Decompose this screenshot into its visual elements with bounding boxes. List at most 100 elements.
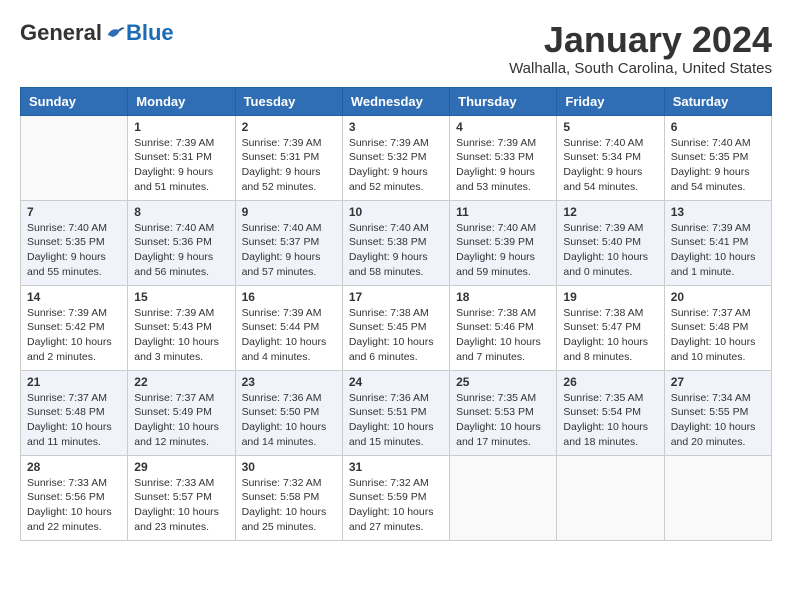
table-row: 17 Sunrise: 7:38 AM Sunset: 5:45 PM Dayl…: [342, 285, 449, 370]
daylight-text: Daylight: 10 hours and 4 minutes.: [242, 336, 327, 363]
day-info: Sunrise: 7:39 AM Sunset: 5:43 PM Dayligh…: [134, 306, 228, 365]
sunset-text: Sunset: 5:41 PM: [671, 236, 749, 248]
day-number: 18: [456, 290, 550, 304]
daylight-text: Daylight: 9 hours and 57 minutes.: [242, 251, 321, 278]
sunrise-text: Sunrise: 7:37 AM: [134, 392, 214, 404]
calendar-week-row: 1 Sunrise: 7:39 AM Sunset: 5:31 PM Dayli…: [21, 115, 772, 200]
page-header: General Blue January 2024 Walhalla, Sout…: [20, 20, 772, 77]
table-row: 12 Sunrise: 7:39 AM Sunset: 5:40 PM Dayl…: [557, 200, 664, 285]
day-info: Sunrise: 7:38 AM Sunset: 5:45 PM Dayligh…: [349, 306, 443, 365]
daylight-text: Daylight: 10 hours and 11 minutes.: [27, 421, 112, 448]
table-row: 10 Sunrise: 7:40 AM Sunset: 5:38 PM Dayl…: [342, 200, 449, 285]
table-row: 3 Sunrise: 7:39 AM Sunset: 5:32 PM Dayli…: [342, 115, 449, 200]
sunset-text: Sunset: 5:59 PM: [349, 491, 427, 503]
daylight-text: Daylight: 9 hours and 52 minutes.: [349, 166, 428, 193]
sunrise-text: Sunrise: 7:39 AM: [563, 222, 643, 234]
sunset-text: Sunset: 5:40 PM: [563, 236, 641, 248]
calendar-table: Sunday Monday Tuesday Wednesday Thursday…: [20, 87, 772, 541]
table-row: 1 Sunrise: 7:39 AM Sunset: 5:31 PM Dayli…: [128, 115, 235, 200]
table-row: 30 Sunrise: 7:32 AM Sunset: 5:58 PM Dayl…: [235, 455, 342, 540]
day-info: Sunrise: 7:39 AM Sunset: 5:42 PM Dayligh…: [27, 306, 121, 365]
daylight-text: Daylight: 9 hours and 54 minutes.: [671, 166, 750, 193]
table-row: 22 Sunrise: 7:37 AM Sunset: 5:49 PM Dayl…: [128, 370, 235, 455]
day-info: Sunrise: 7:39 AM Sunset: 5:33 PM Dayligh…: [456, 136, 550, 195]
sunset-text: Sunset: 5:35 PM: [27, 236, 105, 248]
table-row: 18 Sunrise: 7:38 AM Sunset: 5:46 PM Dayl…: [450, 285, 557, 370]
table-row: 29 Sunrise: 7:33 AM Sunset: 5:57 PM Dayl…: [128, 455, 235, 540]
day-info: Sunrise: 7:40 AM Sunset: 5:35 PM Dayligh…: [671, 136, 765, 195]
day-number: 27: [671, 375, 765, 389]
day-info: Sunrise: 7:36 AM Sunset: 5:51 PM Dayligh…: [349, 391, 443, 450]
day-info: Sunrise: 7:34 AM Sunset: 5:55 PM Dayligh…: [671, 391, 765, 450]
table-row: 8 Sunrise: 7:40 AM Sunset: 5:36 PM Dayli…: [128, 200, 235, 285]
daylight-text: Daylight: 10 hours and 22 minutes.: [27, 506, 112, 533]
day-number: 29: [134, 460, 228, 474]
day-info: Sunrise: 7:37 AM Sunset: 5:48 PM Dayligh…: [27, 391, 121, 450]
day-info: Sunrise: 7:39 AM Sunset: 5:32 PM Dayligh…: [349, 136, 443, 195]
sunrise-text: Sunrise: 7:35 AM: [563, 392, 643, 404]
daylight-text: Daylight: 10 hours and 10 minutes.: [671, 336, 756, 363]
sunset-text: Sunset: 5:48 PM: [27, 406, 105, 418]
sunrise-text: Sunrise: 7:39 AM: [134, 307, 214, 319]
sunset-text: Sunset: 5:49 PM: [134, 406, 212, 418]
day-info: Sunrise: 7:39 AM Sunset: 5:41 PM Dayligh…: [671, 221, 765, 280]
day-number: 21: [27, 375, 121, 389]
sunrise-text: Sunrise: 7:32 AM: [242, 477, 322, 489]
sunrise-text: Sunrise: 7:40 AM: [27, 222, 107, 234]
calendar-week-row: 28 Sunrise: 7:33 AM Sunset: 5:56 PM Dayl…: [21, 455, 772, 540]
title-section: January 2024 Walhalla, South Carolina, U…: [509, 20, 772, 77]
sunrise-text: Sunrise: 7:33 AM: [27, 477, 107, 489]
day-number: 14: [27, 290, 121, 304]
table-row: 23 Sunrise: 7:36 AM Sunset: 5:50 PM Dayl…: [235, 370, 342, 455]
sunset-text: Sunset: 5:57 PM: [134, 491, 212, 503]
day-info: Sunrise: 7:40 AM Sunset: 5:39 PM Dayligh…: [456, 221, 550, 280]
day-number: 1: [134, 120, 228, 134]
logo-general-text: General: [20, 20, 102, 46]
sunset-text: Sunset: 5:50 PM: [242, 406, 320, 418]
day-number: 30: [242, 460, 336, 474]
header-sunday: Sunday: [21, 87, 128, 115]
day-info: Sunrise: 7:39 AM Sunset: 5:31 PM Dayligh…: [134, 136, 228, 195]
sunrise-text: Sunrise: 7:39 AM: [242, 137, 322, 149]
sunrise-text: Sunrise: 7:40 AM: [349, 222, 429, 234]
day-info: Sunrise: 7:32 AM Sunset: 5:58 PM Dayligh…: [242, 476, 336, 535]
sunrise-text: Sunrise: 7:39 AM: [349, 137, 429, 149]
sunset-text: Sunset: 5:31 PM: [242, 151, 320, 163]
daylight-text: Daylight: 10 hours and 7 minutes.: [456, 336, 541, 363]
header-monday: Monday: [128, 87, 235, 115]
day-number: 26: [563, 375, 657, 389]
day-number: 31: [349, 460, 443, 474]
daylight-text: Daylight: 9 hours and 59 minutes.: [456, 251, 535, 278]
table-row: 25 Sunrise: 7:35 AM Sunset: 5:53 PM Dayl…: [450, 370, 557, 455]
table-row: 11 Sunrise: 7:40 AM Sunset: 5:39 PM Dayl…: [450, 200, 557, 285]
sunset-text: Sunset: 5:53 PM: [456, 406, 534, 418]
day-info: Sunrise: 7:37 AM Sunset: 5:48 PM Dayligh…: [671, 306, 765, 365]
day-number: 28: [27, 460, 121, 474]
daylight-text: Daylight: 9 hours and 54 minutes.: [563, 166, 642, 193]
sunrise-text: Sunrise: 7:37 AM: [671, 307, 751, 319]
sunrise-text: Sunrise: 7:37 AM: [27, 392, 107, 404]
sunrise-text: Sunrise: 7:33 AM: [134, 477, 214, 489]
sunrise-text: Sunrise: 7:39 AM: [242, 307, 322, 319]
sunrise-text: Sunrise: 7:36 AM: [349, 392, 429, 404]
day-info: Sunrise: 7:35 AM Sunset: 5:54 PM Dayligh…: [563, 391, 657, 450]
daylight-text: Daylight: 10 hours and 25 minutes.: [242, 506, 327, 533]
day-number: 13: [671, 205, 765, 219]
sunrise-text: Sunrise: 7:39 AM: [671, 222, 751, 234]
sunset-text: Sunset: 5:39 PM: [456, 236, 534, 248]
day-number: 22: [134, 375, 228, 389]
day-number: 4: [456, 120, 550, 134]
day-number: 8: [134, 205, 228, 219]
daylight-text: Daylight: 10 hours and 20 minutes.: [671, 421, 756, 448]
sunrise-text: Sunrise: 7:36 AM: [242, 392, 322, 404]
table-row: 2 Sunrise: 7:39 AM Sunset: 5:31 PM Dayli…: [235, 115, 342, 200]
sunset-text: Sunset: 5:31 PM: [134, 151, 212, 163]
table-row: [450, 455, 557, 540]
day-number: 9: [242, 205, 336, 219]
daylight-text: Daylight: 10 hours and 12 minutes.: [134, 421, 219, 448]
table-row: 14 Sunrise: 7:39 AM Sunset: 5:42 PM Dayl…: [21, 285, 128, 370]
sunrise-text: Sunrise: 7:40 AM: [671, 137, 751, 149]
daylight-text: Daylight: 10 hours and 0 minutes.: [563, 251, 648, 278]
daylight-text: Daylight: 9 hours and 55 minutes.: [27, 251, 106, 278]
sunset-text: Sunset: 5:55 PM: [671, 406, 749, 418]
